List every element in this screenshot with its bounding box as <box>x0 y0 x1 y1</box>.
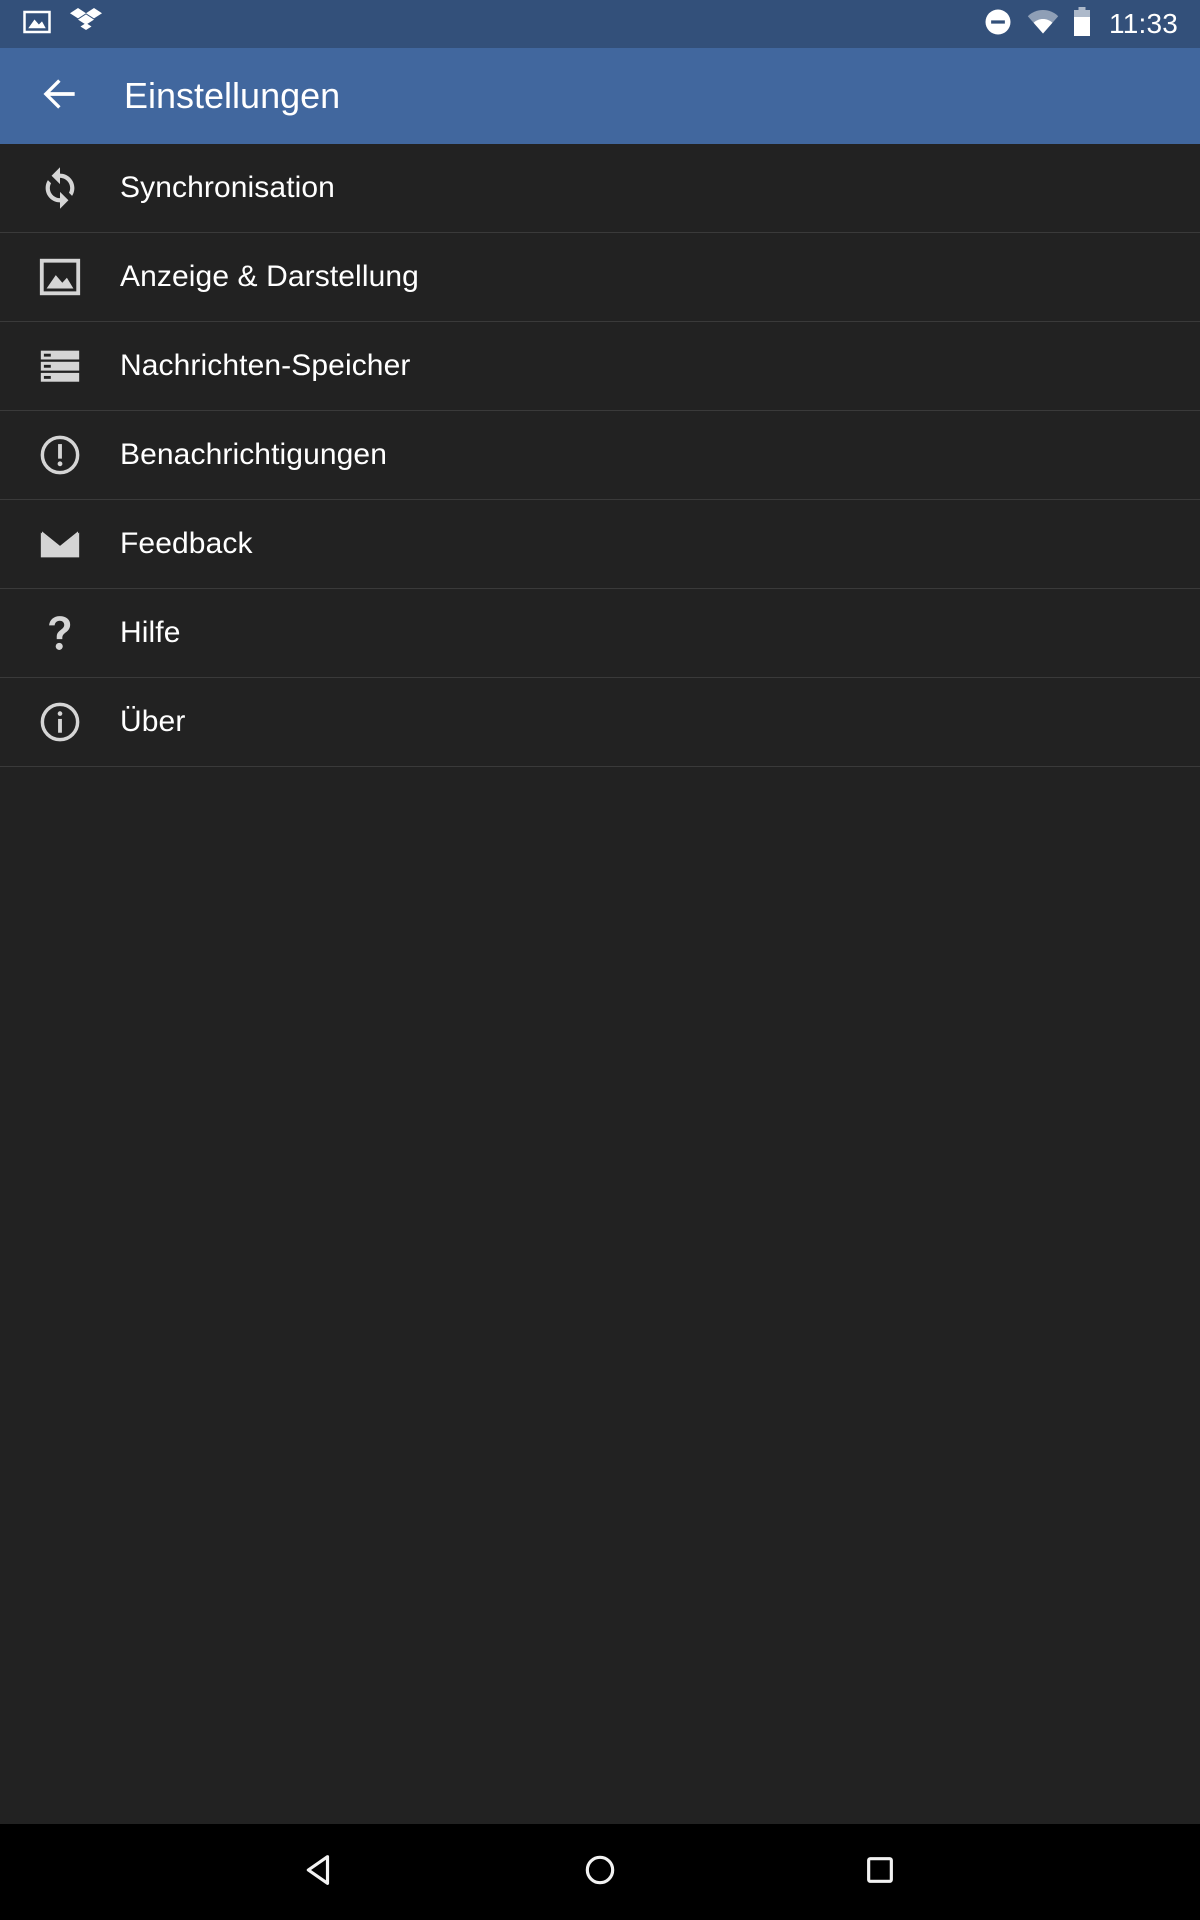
list-item-label: Feedback <box>120 527 253 560</box>
list-item-benachrichtigungen[interactable]: Benachrichtigungen <box>0 411 1200 500</box>
screenshot-image-icon <box>22 7 52 42</box>
list-item-anzeige-darstellung[interactable]: Anzeige & Darstellung <box>0 233 1200 322</box>
wifi-icon <box>1027 9 1059 40</box>
list-item-feedback[interactable]: Feedback <box>0 500 1200 589</box>
sync-icon <box>0 165 120 211</box>
arrow-back-icon <box>38 72 82 121</box>
status-bar-left-icons <box>22 7 102 42</box>
battery-icon <box>1073 6 1091 42</box>
list-item-hilfe[interactable]: Hilfe <box>0 589 1200 678</box>
list-item-label: Benachrichtigungen <box>120 438 387 471</box>
question-mark-icon <box>0 610 120 656</box>
circle-home-icon <box>580 1850 620 1895</box>
app-bar: Einstellungen <box>0 48 1200 144</box>
status-bar-clock: 11:33 <box>1109 8 1178 39</box>
settings-list: Synchronisation Anzeige & Darstellung Na… <box>0 144 1200 1824</box>
dropbox-icon <box>70 7 102 42</box>
phone-screen: 11:33 Einstellungen Synchronisation Anze… <box>0 0 1200 1920</box>
list-item-label: Synchronisation <box>120 171 335 204</box>
page-title: Einstellungen <box>124 75 341 116</box>
list-item-label: Nachrichten-Speicher <box>120 349 411 382</box>
alert-circle-icon <box>0 432 120 478</box>
list-item-label: Hilfe <box>120 616 181 649</box>
status-bar-right-icons: 11:33 <box>983 6 1178 42</box>
mail-icon <box>0 521 120 567</box>
list-item-label: Über <box>120 705 186 738</box>
list-item-label: Anzeige & Darstellung <box>120 260 419 293</box>
do-not-disturb-icon <box>983 7 1013 42</box>
square-recents-icon <box>860 1850 900 1895</box>
nav-back-button[interactable] <box>265 1824 375 1920</box>
status-bar: 11:33 <box>0 0 1200 48</box>
triangle-back-icon <box>300 1850 340 1895</box>
nav-recents-button[interactable] <box>825 1824 935 1920</box>
image-icon <box>0 254 120 300</box>
list-item-synchronisation[interactable]: Synchronisation <box>0 144 1200 233</box>
nav-home-button[interactable] <box>545 1824 655 1920</box>
back-button[interactable] <box>24 60 96 132</box>
list-item-nachrichten-speicher[interactable]: Nachrichten-Speicher <box>0 322 1200 411</box>
list-item-ueber[interactable]: Über <box>0 678 1200 767</box>
info-circle-icon <box>0 699 120 745</box>
storage-icon <box>0 343 120 389</box>
navigation-bar <box>0 1824 1200 1920</box>
